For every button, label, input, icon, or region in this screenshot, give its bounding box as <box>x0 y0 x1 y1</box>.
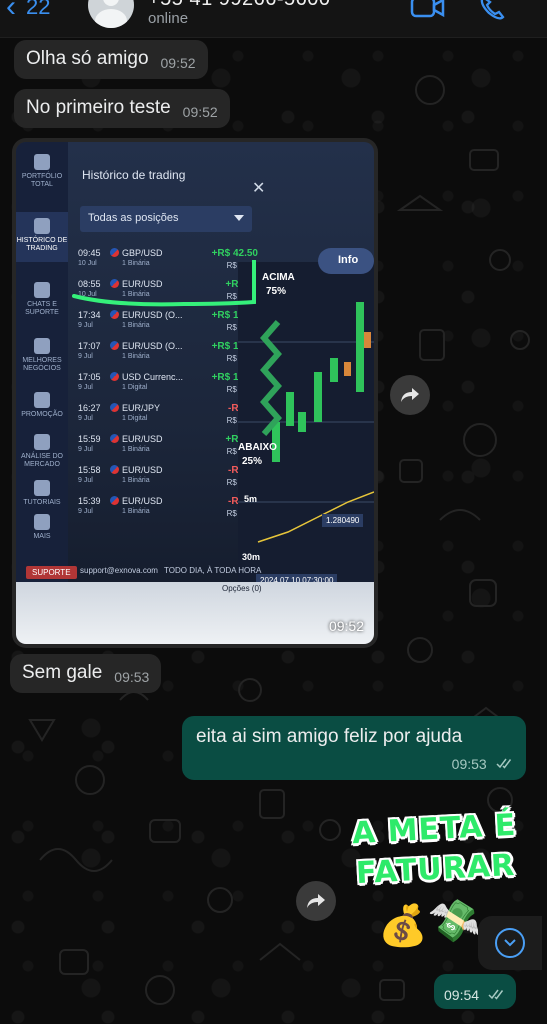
forward-icon <box>401 388 419 402</box>
trade-date: 9 Jul <box>78 477 93 484</box>
os-taskbar <box>16 582 374 644</box>
trade-pair: EUR/USD <box>122 434 163 444</box>
platform-sidebar: PORTFÓLIO TOTAL HISTÓRICO DE TRADING CHA… <box>16 142 68 582</box>
message-time: 09:52 <box>160 55 196 71</box>
abaixo-label: ABAIXO <box>238 442 277 453</box>
highlight-underline <box>72 260 256 307</box>
scroll-to-bottom-button[interactable] <box>478 916 542 970</box>
sidebar-item-portfolio: PORTFÓLIO TOTAL <box>16 154 68 202</box>
price-label: 1.280490 <box>322 514 364 527</box>
message-bubble[interactable]: Sem gale 09:53 <box>10 654 162 693</box>
money-bag-icon: 💰 <box>378 904 428 948</box>
message-time: 09:53 <box>114 669 150 685</box>
trade-time: 17:05 <box>78 372 101 382</box>
sidebar-item-history: HISTÓRICO DE TRADING <box>16 212 68 262</box>
image-message[interactable]: PORTFÓLIO TOTAL HISTÓRICO DE TRADING CHA… <box>12 138 378 648</box>
close-icon: ✕ <box>252 180 266 197</box>
sidebar-item-chat: CHATS E SUPORTE <box>16 282 68 317</box>
timeframe-5m: 5m <box>244 494 258 504</box>
trade-time: 15:58 <box>78 465 101 475</box>
message-bubble[interactable]: No primeiro teste 09:52 <box>14 89 230 128</box>
sidebar-item-analysis: ANÁLISE DO MERCADO <box>16 434 68 469</box>
forward-button[interactable] <box>390 375 430 415</box>
trade-row: 17:07 9 Jul EUR/USD (O... 1 Binária +R$ 17.4… <box>76 339 262 369</box>
trade-time: 16:27 <box>78 403 101 413</box>
phone-call-icon[interactable] <box>478 0 506 25</box>
message-text: Sem gale <box>22 662 103 683</box>
currency-flag-icon <box>110 341 119 350</box>
contact-status: online <box>148 10 189 27</box>
message-time: 09:52 <box>182 104 218 120</box>
trade-kind: 1 Binária <box>122 508 150 515</box>
trade-pair: EUR/USD <box>122 496 163 506</box>
trade-kind: 1 Binária <box>122 446 150 453</box>
message-bubble-outgoing[interactable]: eita ai sim amigo feliz por ajuda 09:53 <box>182 716 526 780</box>
trade-kind: 1 Digital <box>122 415 148 422</box>
message-bubble[interactable]: Olha só amigo 09:52 <box>14 40 208 79</box>
sticker-time-badge: 09:54 <box>434 974 517 1009</box>
trade-pair: USD Currenc... <box>122 372 184 382</box>
trade-row: 15:399 JulEUR/USD1 Binária-R$ 20R$ 20 <box>76 494 262 524</box>
support-button: SUPORTE <box>26 566 77 579</box>
trade-date: 9 Jul <box>78 446 93 453</box>
trade-date: 9 Jul <box>78 508 93 515</box>
sidebar-item-tutorials: TUTORIAIS <box>16 480 68 507</box>
trade-date: 9 Jul <box>78 384 93 391</box>
forward-button[interactable] <box>296 881 336 921</box>
unread-count: 22 <box>26 0 51 19</box>
chevron-down-icon <box>504 939 516 947</box>
abaixo-pct: 25% <box>242 456 263 467</box>
read-receipt-icon <box>496 758 512 769</box>
info-button: Info <box>318 248 374 274</box>
positions-filter: Todas as posições <box>80 206 252 232</box>
trade-row: 15:589 JulEUR/USD1 Binária-R$ 20R$ 20 <box>76 463 262 493</box>
trade-time: 09:45 <box>78 248 101 258</box>
message-time: 09:53 <box>451 756 487 772</box>
trade-row: 15:599 JulEUR/USD1 Binária+R$ 17R$ 20 <box>76 432 262 462</box>
trade-time: 15:59 <box>78 434 101 444</box>
message-text: eita ai sim amigo feliz por ajuda <box>196 726 463 747</box>
message-time: 09:54 <box>444 987 480 1003</box>
sidebar-item-promo: PROMOÇÃO <box>16 392 68 419</box>
message-text: No primeiro teste <box>26 97 171 118</box>
trade-history-title: Histórico de trading <box>82 168 186 182</box>
options-tab: Opções (0) <box>222 584 262 593</box>
trade-pair: EUR/USD <box>122 465 163 475</box>
currency-flag-icon <box>110 496 119 505</box>
message-time: 09:52 <box>328 618 364 634</box>
forward-icon <box>307 894 325 908</box>
currency-flag-icon <box>110 248 119 257</box>
trade-kind: 1 Binária <box>122 477 150 484</box>
trade-time: 17:07 <box>78 341 101 351</box>
chat-header: ‹ 22 +55 41 99266-5600 online <box>0 0 547 38</box>
currency-flag-icon <box>110 465 119 474</box>
sidebar-item-more: MAIS <box>16 514 68 541</box>
trade-row: 16:279 JulEUR/JPY1 Digital-R$ 20R$ 20 <box>76 401 262 431</box>
trade-date: 9 Jul <box>78 353 93 360</box>
trade-pair: GBP/USD <box>122 248 163 258</box>
trading-screenshot-photo[interactable]: PORTFÓLIO TOTAL HISTÓRICO DE TRADING CHA… <box>16 142 374 644</box>
support-email: support@exnova.com <box>80 566 158 575</box>
trade-row: 17:05 9 Jul USD Currenc... 1 Digital +R$ 17.… <box>76 370 262 400</box>
trade-pair: EUR/JPY <box>122 403 161 413</box>
currency-flag-icon <box>110 372 119 381</box>
sidebar-item-best-deals: MELHORES NEGÓCIOS <box>16 338 68 373</box>
currency-flag-icon <box>110 403 119 412</box>
back-button[interactable]: ‹ 22 <box>6 0 50 22</box>
read-receipt-icon <box>488 989 504 1000</box>
trade-date: 9 Jul <box>78 415 93 422</box>
message-text: Olha só amigo <box>26 48 149 69</box>
support-hours: TODO DIA, À TODA HORA <box>164 566 262 575</box>
trade-kind: 1 Digital <box>122 384 148 391</box>
trade-time: 15:39 <box>78 496 101 506</box>
video-call-icon[interactable] <box>410 0 446 25</box>
trade-pair: EUR/USD (O... <box>122 341 183 351</box>
trade-result: +R$ 42.50 <box>211 248 258 259</box>
avatar[interactable] <box>88 0 134 28</box>
trade-kind: 1 Binária <box>122 353 150 360</box>
timeframe-30m: 30m <box>242 552 261 562</box>
chevron-left-icon: ‹ <box>6 0 16 23</box>
currency-flag-icon <box>110 434 119 443</box>
